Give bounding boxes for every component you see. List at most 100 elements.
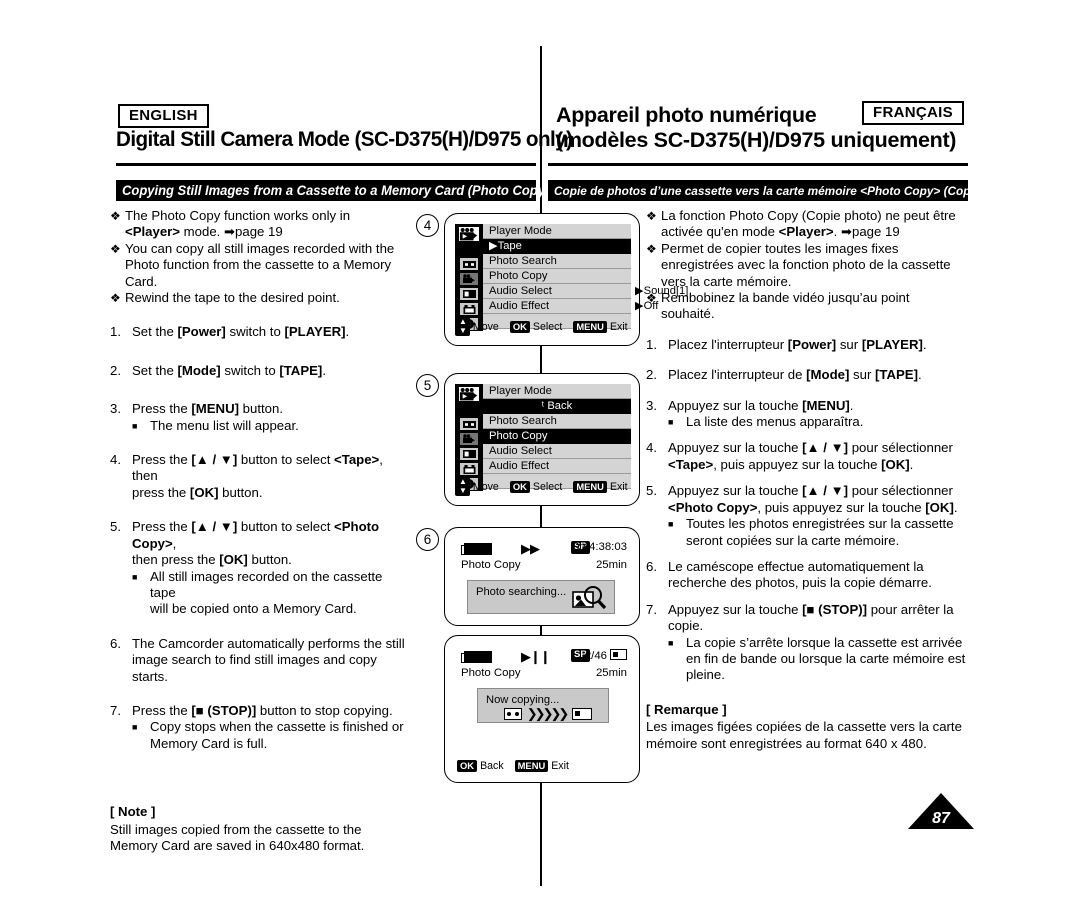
hint-move: ▲ ▼ Move bbox=[455, 478, 499, 496]
lcd-screen-photo-copy-menu: Player Mode ᵗ Back Photo Search Photo Co… bbox=[444, 373, 640, 506]
step-line: The Camcorder automatically performs the… bbox=[132, 635, 405, 651]
menu-item-audio-select[interactable]: Audio Select ▶Sound[1] bbox=[483, 284, 688, 299]
menu-item-label: Photo Search bbox=[489, 255, 557, 267]
note-line: mémoire sont enregistrées au format 640 … bbox=[646, 735, 927, 751]
step-text-pre: Set the bbox=[132, 324, 178, 340]
bullet-line: Rewind the tape to the desired point. bbox=[125, 290, 340, 306]
step-text: Placez l'interrupteur de [Mode] sur [TAP… bbox=[668, 367, 922, 383]
sub-bullet-text: The menu list will appear. bbox=[150, 417, 299, 433]
english-instructions-column: ❖ The Photo Copy function works only in … bbox=[110, 208, 410, 854]
menu-item-label: ᵗ Back bbox=[541, 400, 573, 412]
menu-key: [MENU] bbox=[802, 397, 850, 413]
bullet-line: Photo function from the cassette to a Me… bbox=[125, 257, 392, 289]
player-key: [PLAYER] bbox=[284, 324, 346, 340]
section-title-french: Copie de photos d’une cassette vers la c… bbox=[548, 180, 1021, 201]
sub-bullet-text: Toutes les photos enregistrées sur la ca… bbox=[686, 516, 954, 549]
bullet-item: ❖ La fonction Photo Copy (Copie photo) n… bbox=[646, 208, 976, 241]
step-text: Press the [■ (STOP)] button to stop copy… bbox=[132, 703, 393, 719]
fast-forward-icon: ▶▶ bbox=[521, 541, 540, 556]
tape-key: [TAPE] bbox=[875, 367, 918, 383]
step-text-pre: Appuyez sur la touche bbox=[668, 397, 803, 413]
numbered-step: 4. Appuyez sur la touche [▲ / ▼] pour sé… bbox=[646, 440, 976, 473]
numbered-step: 6. The Camcorder automatically performs … bbox=[110, 636, 410, 685]
step-text: Press the [▲ / ▼] button to select <Tape… bbox=[132, 452, 410, 501]
note-title: [ Remarque ] bbox=[646, 701, 727, 717]
lcd-screen-photo-searching: ▶▶ SP 0:44:38:03 Photo Copy 25min Photo … bbox=[444, 527, 640, 626]
photo-search-icon bbox=[459, 417, 479, 431]
menu-title: Player Mode bbox=[483, 224, 631, 239]
sub-bullet-line: Memory Card is full. bbox=[150, 735, 268, 751]
menu-footer-hints: ▲ ▼ Move OK Select MENU Exit bbox=[455, 478, 633, 496]
bullet-item: ❖ Rewind the tape to the desired point. bbox=[110, 290, 410, 306]
ok-key-icon: OK bbox=[509, 321, 530, 334]
hint-back: OK Back bbox=[457, 759, 504, 772]
header-rule-english bbox=[116, 163, 536, 166]
sub-bullet: ■ Copy stops when the cassette is finish… bbox=[110, 719, 410, 752]
menu-item-back[interactable]: ᵗ Back bbox=[483, 399, 631, 414]
tape-remaining: 25min bbox=[595, 559, 627, 571]
step-text-post: pour sélectionner bbox=[848, 440, 953, 456]
tape-menu-item: <Tape> bbox=[668, 456, 714, 472]
step-text-post: button. bbox=[247, 552, 292, 568]
photo-search-icon bbox=[459, 257, 479, 271]
menu-title: Player Mode bbox=[483, 384, 631, 399]
numbered-step: 3. Press the [MENU] button. bbox=[110, 401, 410, 417]
sub-bullet: ■ Toutes les photos enregistrées sur la … bbox=[646, 516, 976, 549]
clover-bullet-icon: ❖ bbox=[110, 241, 121, 256]
step-text-post: button. bbox=[218, 484, 263, 500]
menu-item-label: ▶Tape bbox=[489, 240, 522, 252]
french-instructions-column: ❖ La fonction Photo Copy (Copie photo) n… bbox=[646, 208, 976, 752]
bullet-item: ❖ You can copy all still images recorded… bbox=[110, 241, 410, 290]
menu-item-photo-search[interactable]: Photo Search bbox=[483, 254, 631, 269]
step-text-post: . bbox=[909, 456, 914, 472]
numbered-step: 7. Press the [■ (STOP)] button to stop c… bbox=[110, 703, 410, 719]
tape-remaining: 25min bbox=[595, 667, 627, 679]
menu-icon-column bbox=[455, 224, 483, 331]
step-text-pre: Placez l'interrupteur bbox=[668, 336, 788, 352]
note-line: Still images copied from the cassette to… bbox=[110, 821, 362, 837]
menu-item-photo-copy[interactable]: Photo Copy bbox=[483, 269, 631, 284]
step-text-post: , bbox=[172, 535, 177, 551]
note-block: [ Note ] Still images copied from the ca… bbox=[110, 804, 410, 854]
step-text-mid: switch to bbox=[220, 362, 280, 378]
sub-bullet-line: seront copiées sur la carte mémoire. bbox=[686, 532, 900, 548]
numbered-step: 2. Placez l'interrupteur de [Mode] sur [… bbox=[646, 367, 976, 383]
audio-select-icon bbox=[459, 447, 479, 461]
step-text-pre: Press the bbox=[132, 452, 192, 468]
numbered-step: 4. Press the [▲ / ▼] button to select <T… bbox=[110, 452, 410, 501]
square-bullet-icon: ■ bbox=[668, 519, 674, 530]
ok-key: [OK] bbox=[189, 484, 219, 500]
step-text: Set the [Mode] switch to [TAPE]. bbox=[132, 363, 326, 379]
hint-exit: MENU Exit bbox=[573, 321, 628, 334]
step-text: Press the [MENU] button. bbox=[132, 401, 283, 417]
bullet-line-pre: activée qu'en mode bbox=[661, 224, 779, 240]
page-header: ENGLISH FRANÇAIS Digital Still Camera Mo… bbox=[0, 100, 1080, 162]
step-text-mid: , puis appuyez sur la touche bbox=[757, 499, 926, 515]
menu-item-label: Audio Select bbox=[489, 445, 552, 457]
language-badge-french: FRANÇAIS bbox=[862, 101, 964, 125]
menu-item-photo-search[interactable]: Photo Search bbox=[483, 414, 631, 429]
step-text-pre: Placez l'interrupteur de bbox=[668, 367, 807, 383]
sub-bullet-text: La liste des menus apparaîtra. bbox=[686, 414, 864, 430]
step-text: Appuyez sur la touche [▲ / ▼] pour sélec… bbox=[668, 483, 958, 516]
step-number: 3. bbox=[646, 397, 657, 413]
step-number: 1. bbox=[646, 336, 657, 352]
menu-key-icon: MENU bbox=[573, 481, 607, 494]
menu-item-audio-select[interactable]: Audio Select bbox=[483, 444, 631, 459]
play-pause-icon: ▶❙❙ bbox=[521, 649, 551, 664]
step-marker-5: 5 bbox=[416, 374, 439, 397]
mode-switch-key: [Mode] bbox=[177, 362, 221, 378]
step-text: Appuyez sur la touche [▲ / ▼] pour sélec… bbox=[668, 440, 953, 473]
step-text: Placez l'interrupteur [Power] sur [PLAYE… bbox=[668, 337, 927, 353]
menu-item-audio-effect[interactable]: Audio Effect bbox=[483, 459, 631, 474]
updown-key: [▲ / ▼] bbox=[191, 452, 238, 468]
ok-key-icon: OK bbox=[457, 759, 478, 772]
sub-bullet-line: La copie s’arrête lorsque la cassette es… bbox=[686, 634, 963, 650]
step-number: 7. bbox=[646, 601, 657, 617]
menu-item-audio-effect[interactable]: Audio Effect ▶Off bbox=[483, 299, 658, 314]
sub-bullet: ■ All still images recorded on the casse… bbox=[110, 569, 410, 618]
note-line: Memory Card are saved in 640x480 format. bbox=[110, 837, 365, 853]
menu-item-photo-copy[interactable]: Photo Copy bbox=[483, 429, 631, 444]
step-marker-4: 4 bbox=[416, 214, 439, 237]
menu-item-tape[interactable]: ▶Tape bbox=[483, 239, 631, 254]
